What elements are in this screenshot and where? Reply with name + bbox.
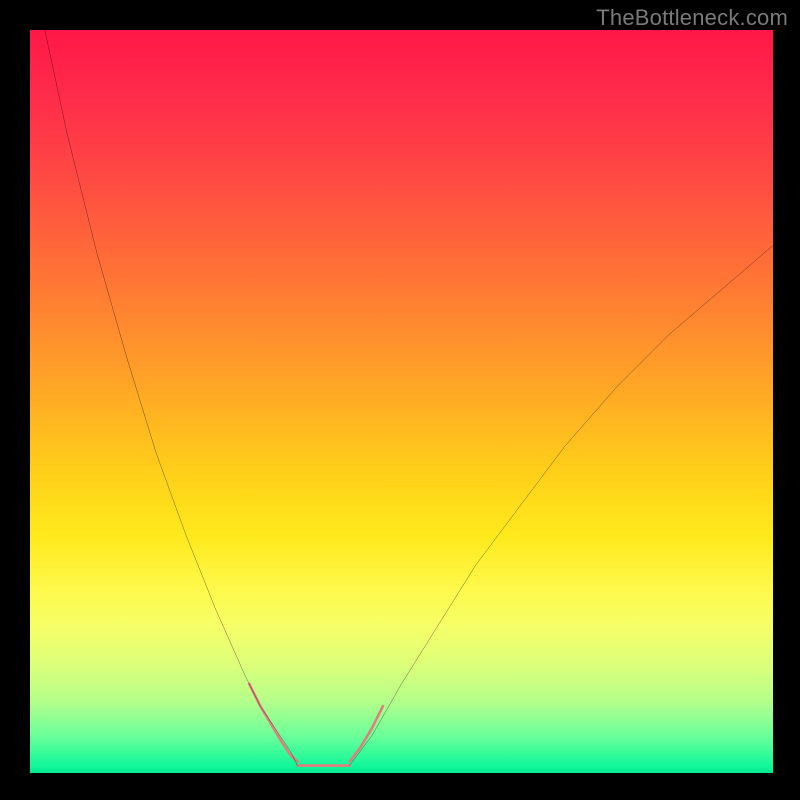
watermark-text: TheBottleneck.com [596, 5, 788, 31]
plot-area [30, 30, 773, 773]
curve-left [45, 30, 298, 766]
chart-frame: TheBottleneck.com [0, 0, 800, 800]
curve-layer [30, 30, 773, 773]
marker-right [349, 706, 382, 762]
marker-left [249, 684, 297, 762]
curve-right [349, 245, 773, 765]
